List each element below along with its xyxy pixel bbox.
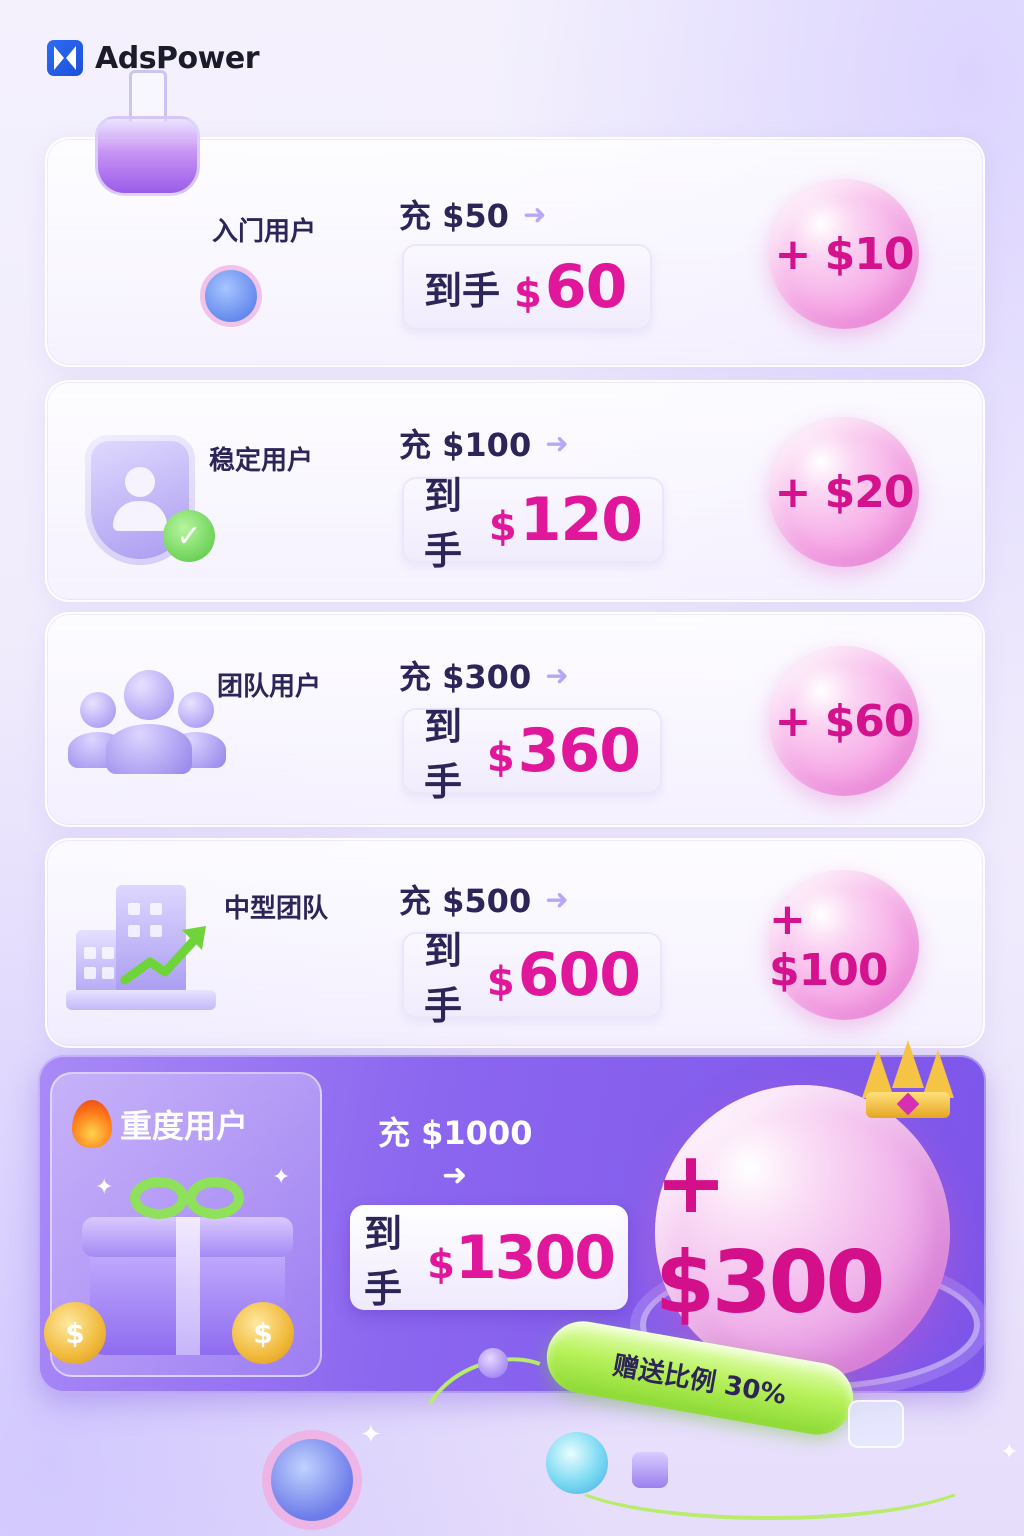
tube-wire — [560, 1430, 980, 1520]
recharge-amount: 充 $100 ➜ — [399, 426, 569, 464]
sparkle-icon: ✦ — [272, 1165, 291, 1190]
receive-amount-box: 到手 $1300 — [350, 1205, 628, 1311]
sparkle-icon: ✦ — [360, 1420, 382, 1450]
bonus-bubble: + $60 — [769, 646, 919, 796]
trend-arrow-icon — [120, 926, 206, 985]
recharge-amount: 充 $50 ➜ — [399, 197, 547, 235]
tier-label: 中型团队 — [224, 894, 329, 924]
tier-label: 稳定用户 — [209, 446, 314, 476]
cyan-bead — [546, 1432, 608, 1494]
tier-label: 团队用户 — [217, 672, 322, 702]
fire-icon — [72, 1100, 112, 1148]
check-icon: ✓ — [163, 510, 215, 562]
adspower-coin-icon — [200, 265, 262, 327]
adspower-logo-icon — [47, 40, 83, 76]
receive-amount-box: 到手 $60 — [402, 244, 652, 330]
flask-icon — [95, 70, 205, 200]
heavy-title: 重度用户 — [72, 1100, 248, 1148]
recharge-amount: 充 $300 ➜ — [399, 658, 569, 696]
arrow-right-icon: ➜ — [545, 426, 569, 460]
arrow-right-icon: ➜ — [545, 882, 569, 916]
recharge-amount: 充 $500 ➜ — [399, 882, 569, 920]
bonus-bubble: + $100 — [769, 870, 919, 1020]
bonus-bubble-large: + $300 — [655, 1085, 950, 1380]
bonus-bubble: + $20 — [769, 417, 919, 567]
arrow-right-icon: ➜ — [522, 197, 547, 231]
gold-coin-icon: $ — [232, 1302, 294, 1364]
sparkle-icon: ✦ — [95, 1175, 114, 1200]
receive-amount-box: 到手 $360 — [402, 705, 662, 804]
team-icon — [68, 670, 228, 780]
recharge-amount: 充 $1000 — [378, 1114, 533, 1152]
gold-coin-icon: $ — [44, 1302, 106, 1364]
adspower-coin-icon — [262, 1430, 362, 1530]
bonus-bubble: + $10 — [769, 179, 919, 329]
arrow-right-icon: ➜ — [442, 1158, 468, 1193]
sparkle-icon: ✦ — [1000, 1440, 1019, 1465]
purple-bead — [632, 1452, 668, 1488]
receive-amount-box: 到手 $600 — [402, 929, 662, 1028]
purple-bead — [478, 1348, 508, 1378]
crown-icon — [858, 1040, 958, 1122]
arrow-right-icon: ➜ — [545, 658, 569, 692]
tier-label: 入门用户 — [212, 217, 317, 247]
tube-cap — [848, 1400, 904, 1448]
receive-amount-box: 到手 $120 — [402, 474, 664, 573]
